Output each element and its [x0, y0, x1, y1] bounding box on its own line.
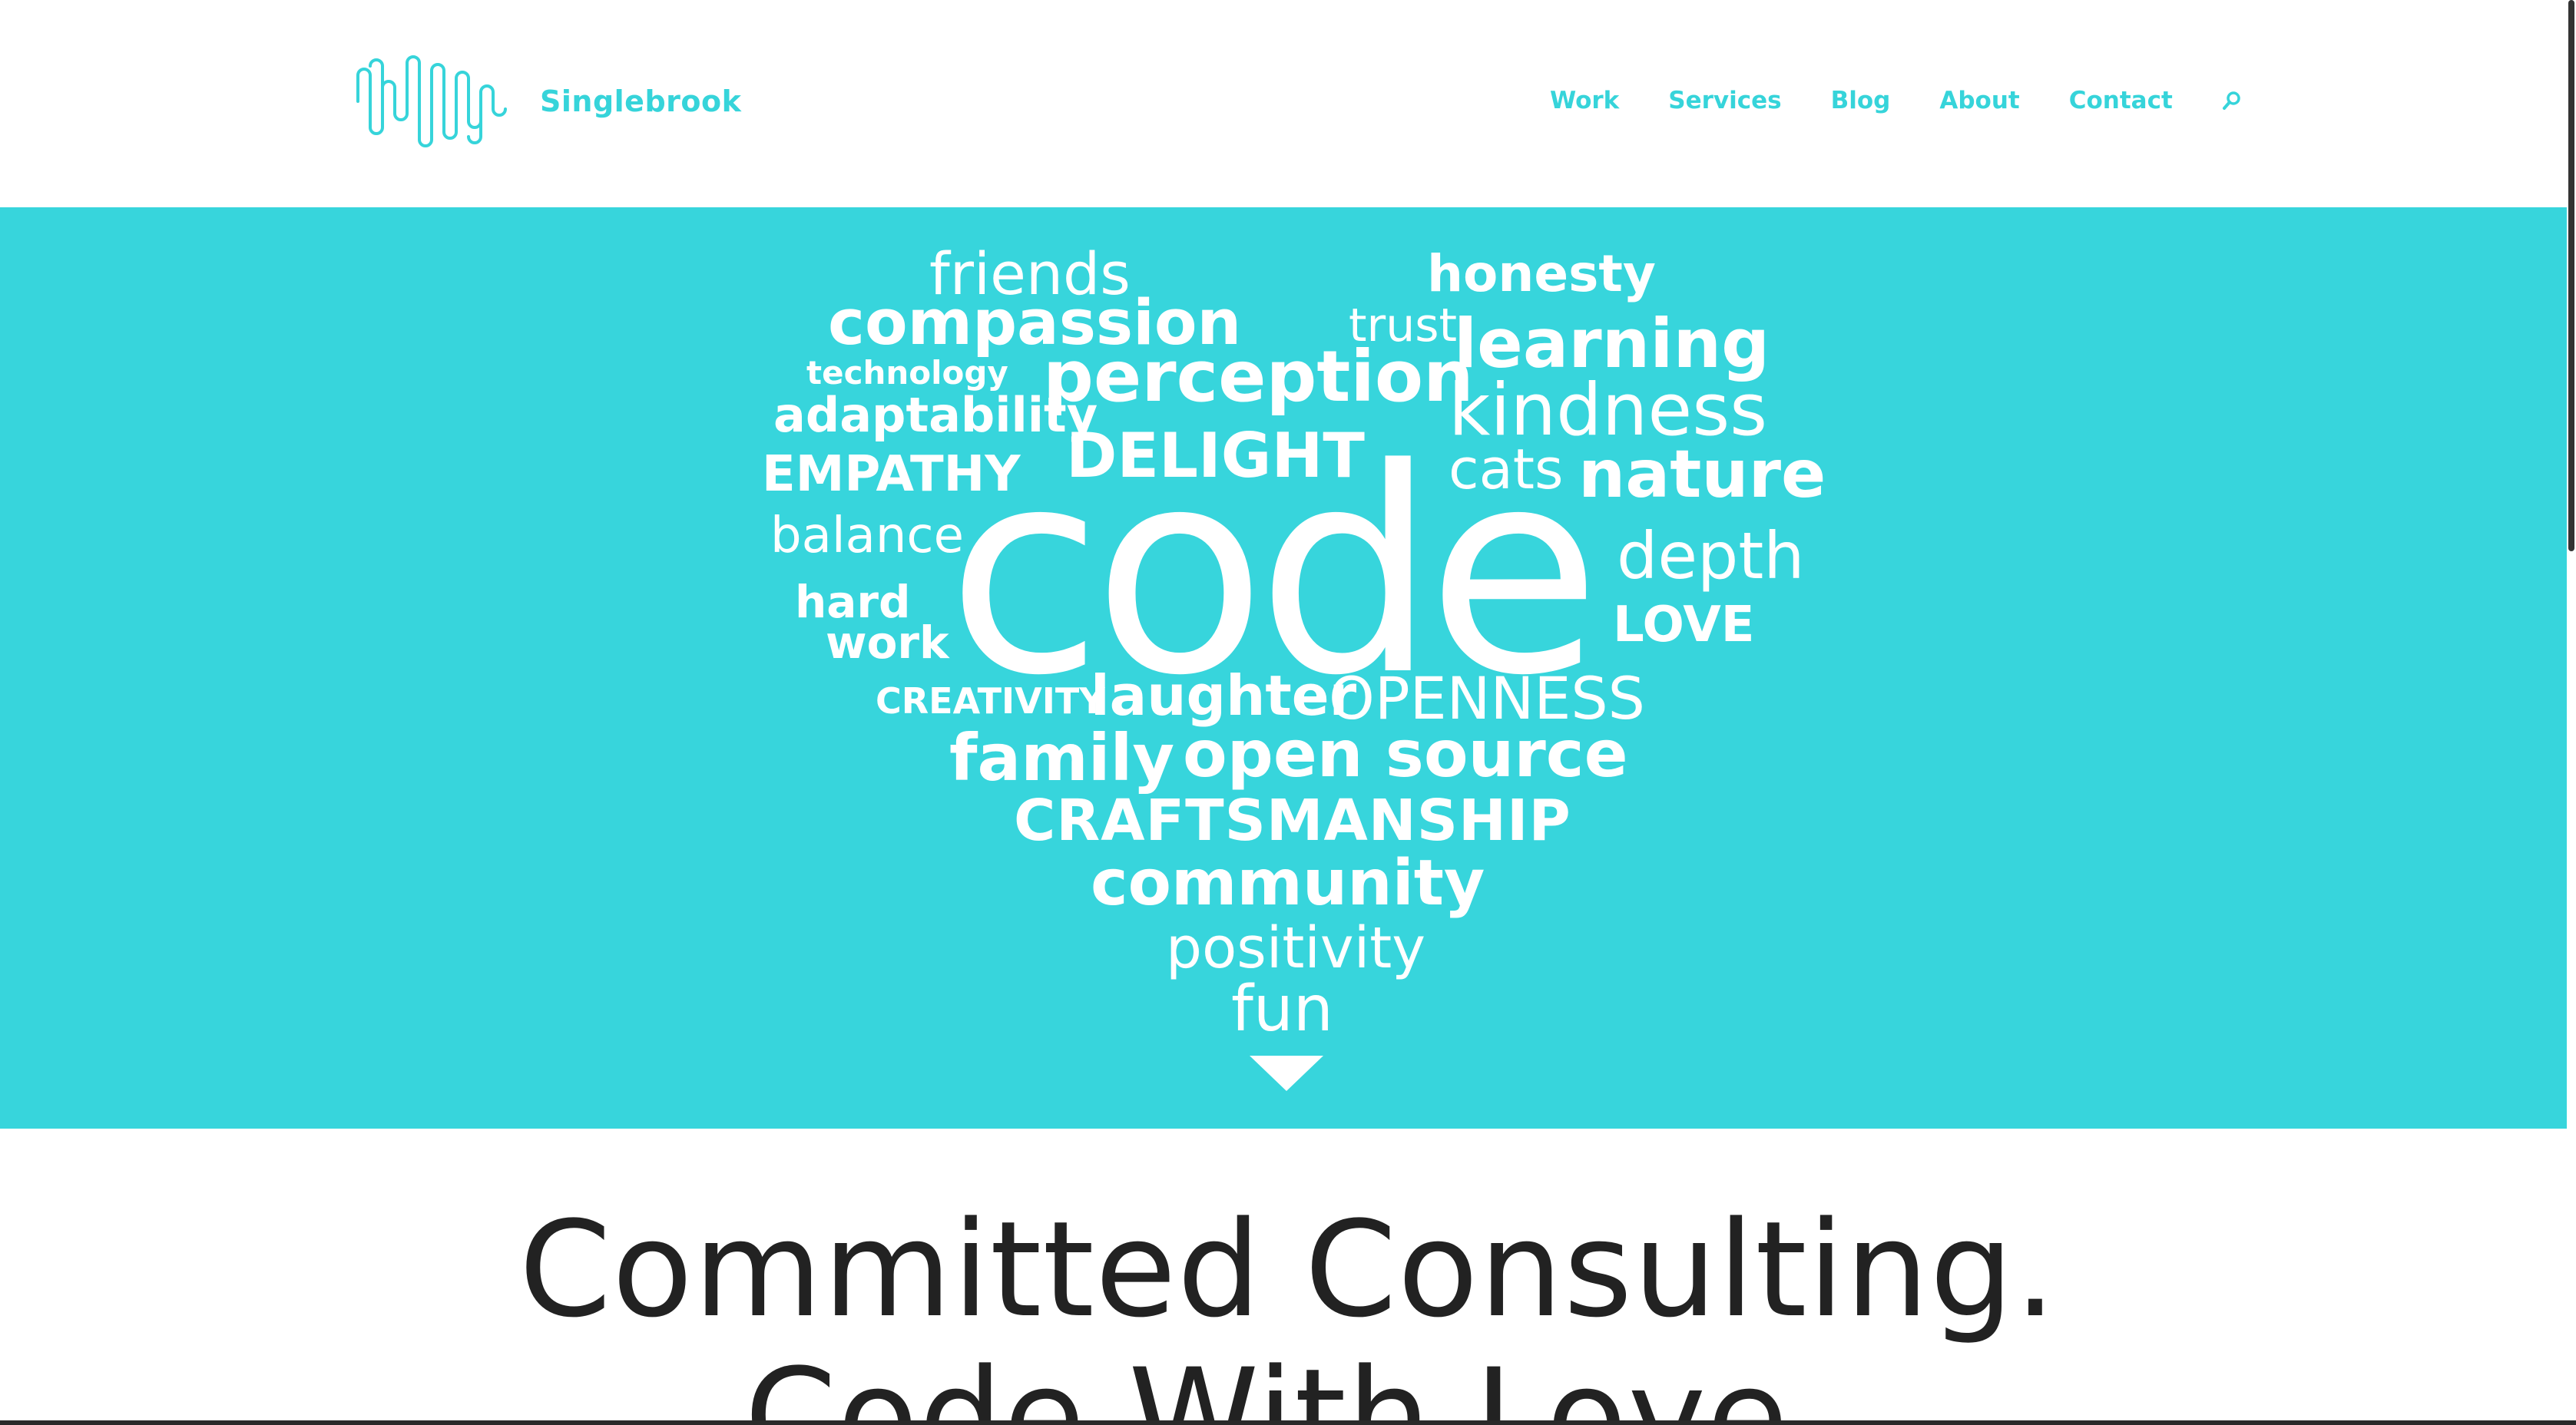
cloud-word-love: LOVE [1613, 597, 1755, 653]
cloud-word-technology: technology [806, 354, 1008, 392]
triangle-down-icon[interactable] [1250, 1056, 1323, 1091]
cloud-word-work: work [826, 617, 949, 669]
headline-line-1: Committed Consulting. [518, 1192, 2058, 1347]
cloud-word-code: code [947, 408, 1601, 737]
cloud-word-fun: fun [1231, 973, 1333, 1046]
page-headline: Committed Consulting. Code With Love. [0, 1196, 2576, 1425]
cloud-word-open-source: open source [1183, 716, 1628, 792]
search-icon [2222, 91, 2240, 110]
cloud-word-positivity: positivity [1166, 915, 1426, 981]
intro-section: Committed Consulting. Code With Love. [0, 1129, 2576, 1425]
nav-item-services[interactable]: Services [1668, 81, 1781, 121]
site-header: Singlebrook Work Services Blog About Con… [0, 0, 2576, 207]
cloud-word-creativity: CREATIVITY [876, 680, 1105, 722]
hero-word-cloud: friends honesty compassion trust learnin… [0, 207, 2576, 1129]
search-button[interactable] [2222, 91, 2242, 111]
cloud-word-community: community [1091, 847, 1485, 920]
cloud-word-honesty: honesty [1427, 244, 1656, 303]
nav-item-contact[interactable]: Contact [2069, 81, 2173, 121]
cloud-word-perception: perception [1043, 336, 1474, 418]
cloud-word-craftsmanship: CRAFTSMANSHIP [1014, 788, 1571, 854]
main-nav: Work Services Blog About Contact [1550, 81, 2242, 121]
nav-item-work[interactable]: Work [1550, 81, 1619, 121]
headline-line-2: Code With Love. [744, 1340, 1832, 1425]
word-cloud: friends honesty compassion trust learnin… [0, 207, 2576, 1129]
waveform-logo-icon [356, 55, 507, 147]
brand-name: Singlebrook [540, 84, 742, 118]
cloud-word-nature: nature [1578, 436, 1826, 513]
cloud-word-depth: depth [1617, 518, 1805, 593]
scrollbar-thumb[interactable] [2568, 0, 2574, 551]
window-bottom-edge [0, 1420, 2576, 1425]
cloud-word-learning: learning [1454, 304, 1770, 383]
page: Singlebrook Work Services Blog About Con… [0, 0, 2576, 1425]
nav-item-blog[interactable]: Blog [1831, 81, 1891, 121]
cloud-word-balance: balance [770, 508, 964, 564]
home-link[interactable]: Singlebrook [353, 48, 741, 155]
cloud-word-family: family [949, 720, 1175, 795]
scrollbar[interactable] [2567, 0, 2576, 1425]
cloud-word-laughter: laughter [1091, 663, 1357, 728]
nav-item-about[interactable]: About [1939, 81, 2019, 121]
